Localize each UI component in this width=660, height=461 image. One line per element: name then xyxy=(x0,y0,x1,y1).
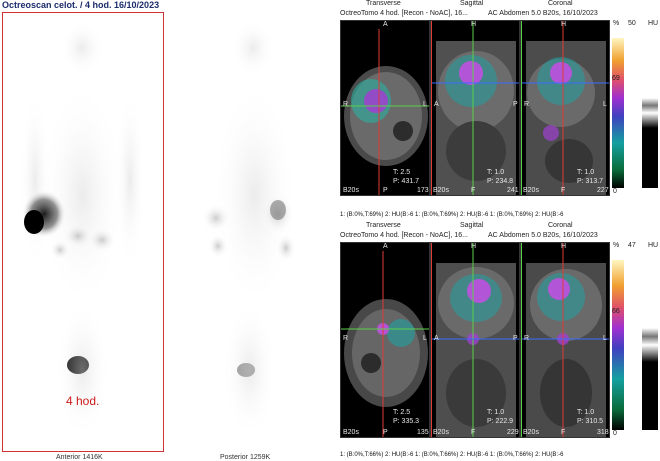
spect-panel: Transverse Sagittal Coronal OctreoTomo 4… xyxy=(338,0,660,461)
coronal-letter-right: L xyxy=(603,101,607,108)
spect-block-top: Transverse Sagittal Coronal OctreoTomo 4… xyxy=(338,0,660,230)
window-footer-2: 1: (B:0%,T:66%) 2: HU(B:-6 1: (B:0%,T:66… xyxy=(340,452,564,458)
transverse-slice: 173 xyxy=(417,187,429,194)
coronal2-letter-bottom: F xyxy=(561,429,566,436)
pet-color-scale-2[interactable] xyxy=(612,260,624,430)
transverse2-p: P: 335.3 xyxy=(393,418,420,425)
coronal-letter-left: R xyxy=(524,101,530,108)
posterior-caption: Posterior 1259K xyxy=(220,454,271,461)
pct-max-2: 47 xyxy=(628,242,636,249)
transverse-p: P: 431.7 xyxy=(393,178,420,185)
hu-label-2: HU xyxy=(648,242,659,249)
anterior-image-frame[interactable] xyxy=(2,12,164,452)
transverse-letter-right: L xyxy=(423,101,427,108)
anterior-caption: Anterior 1416K xyxy=(56,454,103,461)
transverse-letter-bottom: P xyxy=(383,187,388,194)
pct-label: % xyxy=(613,20,620,27)
posterior-image-area[interactable] xyxy=(168,12,338,452)
whole-body-panel: Octreoscan celot. / 4 hod. 16/10/2023 4 … xyxy=(0,0,338,461)
coronal-name: B20s xyxy=(523,187,539,194)
pct-max: 50 xyxy=(628,20,636,27)
header-sagittal-2: Sagittal xyxy=(460,222,484,229)
coronal2-slice: 318 xyxy=(597,429,609,436)
transverse2-t: T: 2.5 xyxy=(393,409,411,416)
sagittal-p: P: 234.8 xyxy=(487,178,514,185)
hu-label: HU xyxy=(648,20,659,27)
coronal-view[interactable]: H R L F T: 1.0 P: 313.7 B20s 227 xyxy=(520,20,610,196)
ct-gray-scale[interactable] xyxy=(642,38,658,188)
sagittal2-letter-bottom: F xyxy=(471,429,476,436)
sagittal-letter-left: A xyxy=(434,101,439,108)
sagittal-slice: 241 xyxy=(507,187,519,194)
sagittal-view-2[interactable]: H A P F T: 1.0 P: 222.9 B20s 229 xyxy=(430,242,520,438)
sagittal-letter-bottom: F xyxy=(471,187,476,194)
transverse2-letter-left: R xyxy=(343,335,349,342)
sagittal2-letter-right: P xyxy=(513,335,518,342)
header-coronal: Coronal xyxy=(548,0,573,7)
time-annotation: 4 hod. xyxy=(66,394,100,408)
coronal-slice: 227 xyxy=(597,187,609,194)
coronal2-t: T: 1.0 xyxy=(577,409,595,416)
transverse2-letter-top: A xyxy=(383,243,388,250)
sagittal2-letter-top: H xyxy=(471,243,477,250)
sagittal2-slice: 229 xyxy=(507,429,519,436)
series-name-2: OctreoTomo 4 hod. [Recon - NoAC], 16... xyxy=(340,232,469,239)
window-footer: 1: (B:0%,T:69%) 2: HU(B:-6 1: (B:0%,T:69… xyxy=(340,212,564,218)
series-info: AC Abdomen 5.0 B20s, 16/10/2023 xyxy=(488,10,598,17)
sagittal-view[interactable]: H A P F T: 1.0 P: 234.8 B20s 241 xyxy=(430,20,520,196)
view-headers: Transverse Sagittal Coronal OctreoTomo 4… xyxy=(338,0,660,20)
series-info-2: AC Abdomen 5.0 B20s, 16/10/2023 xyxy=(488,232,598,239)
sagittal-t: T: 1.0 xyxy=(487,169,505,176)
sagittal-letter-top: H xyxy=(471,21,477,28)
coronal-letter-top: H xyxy=(561,21,567,28)
transverse-view[interactable]: A R L P T: 2.5 P: 431.7 B20s 173 xyxy=(340,20,430,196)
sagittal2-name: B20s xyxy=(433,429,449,436)
sagittal2-t: T: 1.0 xyxy=(487,409,505,416)
coronal-t: T: 1.0 xyxy=(577,169,595,176)
ct-gray-scale-2[interactable] xyxy=(642,260,658,430)
header-transverse-2: Transverse xyxy=(366,222,401,229)
coronal-view-2[interactable]: H R L F T: 1.0 P: 310.5 B20s 318 xyxy=(520,242,610,438)
transverse-view-2[interactable]: A R L P T: 2.5 P: 335.3 B20s 135 xyxy=(340,242,430,438)
pet-color-scale[interactable] xyxy=(612,38,624,188)
pct-min: 0 xyxy=(613,188,617,195)
sagittal-name: B20s xyxy=(433,187,449,194)
header-transverse: Transverse xyxy=(366,0,401,7)
spect-block-bottom: Transverse Sagittal Coronal OctreoTomo 4… xyxy=(338,222,660,461)
coronal2-letter-right: L xyxy=(603,335,607,342)
transverse-name: B20s xyxy=(343,187,359,194)
transverse2-letter-bottom: P xyxy=(383,429,388,436)
coronal-letter-bottom: F xyxy=(561,187,566,194)
header-coronal-2: Coronal xyxy=(548,222,573,229)
coronal-p: P: 313.7 xyxy=(577,178,604,185)
header-sagittal: Sagittal xyxy=(460,0,484,7)
coronal2-p: P: 310.5 xyxy=(577,418,604,425)
pct-min-2: 0 xyxy=(613,430,617,437)
series-name: OctreoTomo 4 hod. [Recon - NoAC], 16... xyxy=(340,10,469,17)
transverse-letter-top: A xyxy=(383,21,388,28)
transverse2-letter-right: L xyxy=(423,335,427,342)
sagittal2-letter-left: A xyxy=(434,335,439,342)
transverse2-slice: 135 xyxy=(417,429,429,436)
transverse2-name: B20s xyxy=(343,429,359,436)
pct-mid-2: 66 xyxy=(612,308,620,315)
coronal2-letter-left: R xyxy=(524,335,530,342)
coronal2-letter-top: H xyxy=(561,243,567,250)
coronal2-name: B20s xyxy=(523,429,539,436)
pct-label-2: % xyxy=(613,242,620,249)
sagittal-letter-right: P xyxy=(513,101,518,108)
transverse-letter-left: R xyxy=(343,101,349,108)
sagittal2-p: P: 222.9 xyxy=(487,418,514,425)
transverse-t: T: 2.5 xyxy=(393,169,411,176)
view-headers-2: Transverse Sagittal Coronal OctreoTomo 4… xyxy=(338,222,660,242)
pct-mid: 69 xyxy=(612,75,620,82)
